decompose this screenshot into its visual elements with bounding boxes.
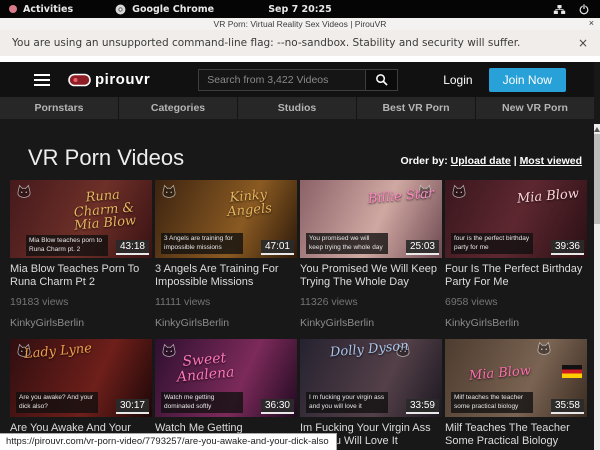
video-title[interactable]: Mia Blow Teaches Porn To Runa Charm Pt 2 [10,263,152,289]
power-icon[interactable] [578,3,590,15]
video-views: 11326 views [300,296,442,308]
video-duration-badge: 43:18 [116,240,149,255]
german-flag [562,365,582,378]
browser-tab-bar[interactable]: VR Porn: Virtual Reality Sex Videos | Pi… [0,18,600,30]
video-views: 11111 views [155,296,297,308]
search-input[interactable] [198,69,366,91]
network-icon[interactable] [553,4,566,15]
studio-cat-logo-icon [160,184,178,199]
video-card[interactable]: Billie Star You promised we will keep tr… [300,180,442,329]
desktop-screen: Activities Google Chrome Sep 7 20:25 [0,0,600,450]
video-duration-badge: 25:03 [406,240,439,255]
thumbnail-caption: 3 Angels are training for impossible mis… [161,233,243,255]
nav-item-categories[interactable]: Categories [118,97,237,119]
join-now-button[interactable]: Join Now [489,68,566,92]
nav-item-best-vr-porn[interactable]: Best VR Porn [356,97,475,119]
order-by-most-viewed-link[interactable]: Most viewed [520,155,582,167]
video-studio-link[interactable]: KinkyGirlsBerlin [300,317,442,329]
video-thumbnail[interactable]: Billie Star You promised we will keep tr… [300,180,442,258]
video-views: 19183 views [10,296,152,308]
video-duration-badge: 30:17 [116,399,149,414]
studio-cat-logo-icon [15,184,33,199]
tab-close-icon[interactable]: × [589,18,594,28]
video-thumbnail[interactable]: Kinky Angels 3 Angels are training for i… [155,180,297,258]
warning-message: You are using an unsupported command-lin… [12,37,520,49]
thumbnail-overlay-title: Lady Lyne [24,342,93,362]
page-viewport: pirouvr Login Join Now Pornstars Categor… [0,62,600,450]
vr-headset-icon [68,73,92,87]
video-title[interactable]: Milf Teaches The Teacher Some Practical … [445,422,587,448]
login-link[interactable]: Login [443,73,472,87]
video-duration-badge: 39:36 [551,240,584,255]
warning-close-icon[interactable]: × [578,36,588,50]
site-logo-text: pirouvr [95,71,150,88]
tab-title: VR Porn: Virtual Reality Sex Videos | Pi… [214,19,387,29]
video-studio-link[interactable]: KinkyGirlsBerlin [10,317,152,329]
thumbnail-overlay-title: Sweet Analena [164,350,246,386]
video-studio-link[interactable]: KinkyGirlsBerlin [445,317,587,329]
thumbnail-caption: four is the perfect birthday party for m… [451,233,533,255]
thumbnail-caption: You promised we will keep trying the who… [306,233,388,255]
video-thumbnail[interactable]: Lady Lyne Are you awake? And your dick a… [10,339,152,417]
video-views: 6958 views [445,296,587,308]
thumbnail-caption: Milf teaches the teacher some practical … [451,392,533,414]
thumbnail-overlay-title: Runa Charm & Mia Blow [62,187,145,235]
video-studio-link[interactable]: KinkyGirlsBerlin [155,317,297,329]
search-button[interactable] [366,69,398,91]
video-duration-badge: 33:59 [406,399,439,414]
scrollbar-up-arrow-icon[interactable] [594,127,600,132]
thumbnail-caption: Mia Blow teaches porn to Runa Charm pt. … [26,235,108,257]
order-separator: | [514,155,517,167]
scrollbar-thumb[interactable] [594,134,600,224]
site-logo[interactable]: pirouvr [68,71,150,88]
thumbnail-caption: Are you awake? And your dick also? [16,392,98,414]
video-card[interactable]: Kinky Angels 3 Angels are training for i… [155,180,297,329]
order-by-controls: Order by: Upload date | Most viewed [400,155,582,167]
video-card[interactable]: Mia Blow Milf teaches the teacher some p… [445,339,587,450]
video-thumbnail[interactable]: Dolly Dyson I m fucking your virgin ass … [300,339,442,417]
clock[interactable]: Sep 7 20:25 [0,4,600,15]
order-by-label: Order by: [400,155,447,167]
video-title[interactable]: You Promised We Will Keep Trying The Who… [300,263,442,289]
thumbnail-caption: Watch me getting dominated softly [161,392,243,414]
order-by-upload-date-link[interactable]: Upload date [451,155,511,167]
thumbnail-overlay-title: Kinky Angels [208,187,290,221]
nav-item-pornstars[interactable]: Pornstars [0,97,118,119]
thumbnail-overlay-title: Billie Star [367,187,434,206]
video-duration-badge: 35:58 [551,399,584,414]
browser-warning-bar: You are using an unsupported command-lin… [0,30,600,56]
video-duration-badge: 47:01 [261,240,294,255]
video-card[interactable]: Mia Blow four is the perfect birthday pa… [445,180,587,329]
thumbnail-caption: I m fucking your virgin ass and you will… [306,392,388,414]
site-header: pirouvr Login Join Now [0,62,594,97]
main-nav: Pornstars Categories Studios Best VR Por… [0,97,594,119]
nav-item-studios[interactable]: Studios [237,97,356,119]
video-grid: Runa Charm & Mia Blow Mia Blow teaches p… [10,180,588,450]
video-card[interactable]: Runa Charm & Mia Blow Mia Blow teaches p… [10,180,152,329]
search-icon [375,73,388,86]
link-status-bar: https://pirouvr.com/vr-porn-video/779325… [0,433,337,450]
menu-icon[interactable] [34,71,50,89]
video-duration-badge: 36:30 [261,399,294,414]
video-thumbnail[interactable]: Sweet Analena Watch me getting dominated… [155,339,297,417]
studio-cat-logo-icon [450,184,468,199]
thumbnail-overlay-title: Mia Blow [469,364,532,383]
scrollbar[interactable] [594,124,600,450]
video-thumbnail[interactable]: Mia Blow Milf teaches the teacher some p… [445,339,587,417]
thumbnail-overlay-title: Mia Blow [516,187,579,206]
page-title: VR Porn Videos [28,145,184,171]
system-top-bar: Activities Google Chrome Sep 7 20:25 [0,0,600,18]
video-title[interactable]: 3 Angels Are Training For Impossible Mis… [155,263,297,289]
studio-cat-logo-icon [535,341,553,356]
video-title[interactable]: Four Is The Perfect Birthday Party For M… [445,263,587,289]
video-thumbnail[interactable]: Mia Blow four is the perfect birthday pa… [445,180,587,258]
nav-item-new-vr-porn[interactable]: New VR Porn [475,97,594,119]
video-thumbnail[interactable]: Runa Charm & Mia Blow Mia Blow teaches p… [10,180,152,258]
